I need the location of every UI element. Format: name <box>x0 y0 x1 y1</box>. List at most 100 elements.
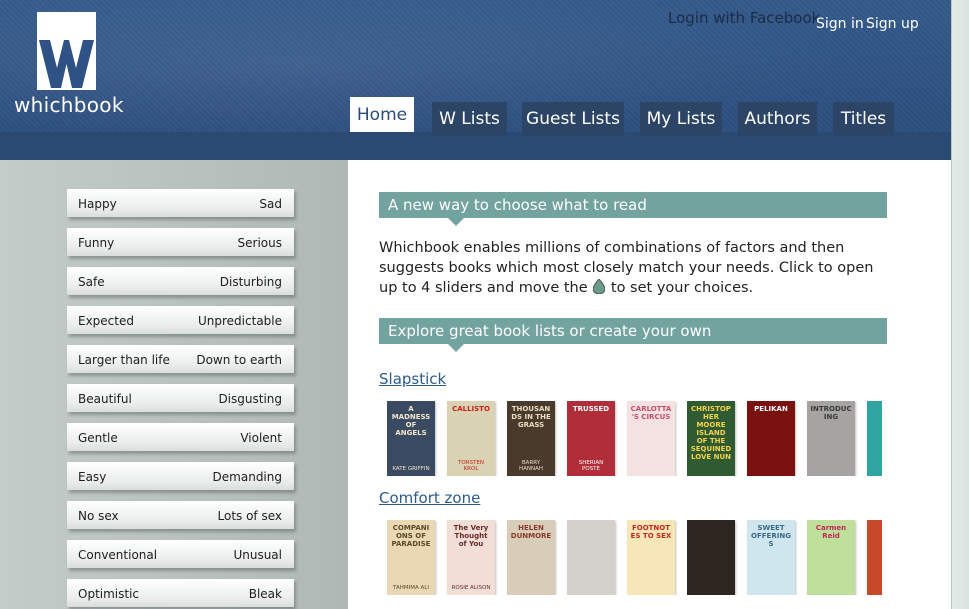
book-cover-title: FOOTNOTES TO SEX <box>630 524 672 540</box>
intro-heading: A new way to choose what to read <box>379 192 887 226</box>
slider-right-label: Lots of sex <box>217 509 283 523</box>
slider-right-label: Bleak <box>248 587 282 601</box>
slider-right-label: Violent <box>240 431 282 445</box>
book-cover[interactable] <box>867 401 882 476</box>
heading-pointer <box>448 344 464 352</box>
book-cover-title: SWEET OFFERINGS <box>751 524 791 548</box>
book-cover-title: The Very Thought of You <box>453 524 489 548</box>
slider-left-label: Easy <box>78 470 107 484</box>
book-cover[interactable]: CARLOTTA'S CIRCUS <box>627 401 675 476</box>
slider-left-label: Safe <box>78 275 105 289</box>
slider-left-label: Gentle <box>78 431 118 445</box>
list-link-slapstick[interactable]: Slapstick <box>379 370 446 388</box>
book-cover-author: ROSIE ALISON <box>451 585 491 591</box>
book-carousel-slapstick: A MADNESS OF ANGELS KATE GRIFFIN CALLISTO T… <box>387 401 882 476</box>
book-cover-author: KATE GRIFFIN <box>392 466 430 472</box>
book-carousel-comfort-zone: COMPANIONS OF PARADISE TAHMIMA ALI The Ver… <box>387 520 882 595</box>
tab-my-lists[interactable]: My Lists <box>640 102 722 136</box>
book-cover[interactable]: CALLISTO TORSTEN KROL <box>447 401 495 476</box>
book-cover[interactable]: COMPANIONS OF PARADISE TAHMIMA ALI <box>387 520 435 595</box>
book-cover[interactable] <box>867 520 882 595</box>
book-cover-title: COMPANIONS OF PARADISE <box>391 524 431 548</box>
book-cover[interactable]: TRUSSED SHERIAN POSTE <box>567 401 615 476</box>
book-cover[interactable]: The Very Thought of You ROSIE ALISON <box>447 520 495 595</box>
slider-left-label: Conventional <box>78 548 158 562</box>
book-cover[interactable]: Carmen Reid <box>807 520 855 595</box>
list-link-comfort-zone[interactable]: Comfort zone <box>379 489 480 507</box>
book-cover[interactable]: SWEET OFFERINGS <box>747 520 795 595</box>
book-cover[interactable]: PELIKAN <box>747 401 795 476</box>
slider-right-label: Demanding <box>212 470 282 484</box>
slider-no-sex-lots-of-sex[interactable]: No sex Lots of sex <box>67 501 294 529</box>
slider-larger-than-life-down-to-earth[interactable]: Larger than life Down to earth <box>67 345 294 373</box>
slider-optimistic-bleak[interactable]: Optimistic Bleak <box>67 579 294 607</box>
slider-happy-sad[interactable]: Happy Sad <box>67 189 294 217</box>
page-edge <box>952 0 969 609</box>
sign-up-link[interactable]: Sign up <box>866 16 919 32</box>
slider-easy-demanding[interactable]: Easy Demanding <box>67 462 294 490</box>
book-cover-title: CARLOTTA'S CIRCUS <box>630 405 672 421</box>
slider-left-label: Happy <box>78 197 117 211</box>
intro-paragraph: Whichbook enables millions of combinatio… <box>379 238 889 298</box>
book-cover[interactable] <box>687 520 735 595</box>
intro-heading-text: A new way to choose what to read <box>388 196 647 214</box>
slider-safe-disturbing[interactable]: Safe Disturbing <box>67 267 294 295</box>
book-cover-title: TRUSSED <box>572 405 610 413</box>
slider-beautiful-disgusting[interactable]: Beautiful Disgusting <box>67 384 294 412</box>
header-band <box>0 132 951 160</box>
slider-left-label: Larger than life <box>78 353 170 367</box>
book-cover[interactable]: INTRODUCING <box>807 401 855 476</box>
slider-right-label: Unusual <box>233 548 282 562</box>
book-cover-title: CALLISTO <box>452 405 490 413</box>
book-cover-title: Carmen Reid <box>815 524 847 540</box>
book-cover-title: HELEN DUNMORE <box>510 524 552 540</box>
book-cover[interactable]: CHRISTOPHER MOORE ISLAND OF THE SEQUINED… <box>687 401 735 476</box>
tab-titles[interactable]: Titles <box>833 102 894 136</box>
tab-guest-lists[interactable]: Guest Lists <box>522 102 624 136</box>
book-cover[interactable]: THOUSANDS IN THE GRASS BARRY HANNAH <box>507 401 555 476</box>
site-header: whichbook Login with Facebook Sign in Si… <box>0 0 951 160</box>
slider-left-label: Beautiful <box>78 392 132 406</box>
explore-heading: Explore great book lists or create your … <box>379 318 887 352</box>
book-cover[interactable] <box>567 520 615 595</box>
slider-expected-unpredictable[interactable]: Expected Unpredictable <box>67 306 294 334</box>
book-cover-title: A MADNESS OF ANGELS <box>391 405 431 437</box>
slider-funny-serious[interactable]: Funny Serious <box>67 228 294 256</box>
slider-right-label: Sad <box>259 197 282 211</box>
book-cover[interactable]: HELEN DUNMORE <box>507 520 555 595</box>
slider-handle-drop-icon <box>593 279 606 294</box>
heading-pointer <box>448 218 464 226</box>
slider-gentle-violent[interactable]: Gentle Violent <box>67 423 294 451</box>
slider-left-label: Optimistic <box>78 587 140 601</box>
book-cover-author: TAHMIMA ALI <box>393 585 429 591</box>
slider-right-label: Disgusting <box>218 392 282 406</box>
book-cover[interactable]: A MADNESS OF ANGELS KATE GRIFFIN <box>387 401 435 476</box>
book-cover[interactable]: FOOTNOTES TO SEX <box>627 520 675 595</box>
explore-heading-text: Explore great book lists or create your … <box>388 322 712 340</box>
sign-in-link[interactable]: Sign in <box>816 16 864 32</box>
book-cover-title: INTRODUCING <box>810 405 852 421</box>
tab-home[interactable]: Home <box>350 97 414 132</box>
slider-right-label: Serious <box>237 236 282 250</box>
book-cover-author: TORSTEN KROL <box>458 460 484 472</box>
logo-wordmark[interactable]: whichbook <box>14 93 124 117</box>
book-cover-author: SHERIAN POSTE <box>578 460 604 472</box>
book-cover-author: BARRY HANNAH <box>518 460 544 472</box>
tab-authors[interactable]: Authors <box>738 102 817 136</box>
slider-right-label: Unpredictable <box>198 314 282 328</box>
slider-left-label: Funny <box>78 236 115 250</box>
book-cover-title: PELIKAN <box>754 405 788 413</box>
tab-w-lists[interactable]: W Lists <box>432 102 507 136</box>
logo-w-icon <box>39 40 94 88</box>
slider-right-label: Disturbing <box>219 275 282 289</box>
slider-conventional-unusual[interactable]: Conventional Unusual <box>67 540 294 568</box>
account-links: Login with Facebook Sign in Sign up <box>0 9 951 39</box>
facebook-login-link[interactable]: Login with Facebook <box>668 9 820 27</box>
page: whichbook Login with Facebook Sign in Si… <box>0 0 952 609</box>
book-cover-title: CHRISTOPHER MOORE ISLAND OF THE SEQUINED… <box>690 405 732 461</box>
intro-text-part2: to set your choices. <box>610 280 754 296</box>
slider-left-label: Expected <box>78 314 134 328</box>
book-cover-title: THOUSANDS IN THE GRASS <box>511 405 551 429</box>
slider-right-label: Down to earth <box>196 353 282 367</box>
slider-left-label: No sex <box>78 509 119 523</box>
